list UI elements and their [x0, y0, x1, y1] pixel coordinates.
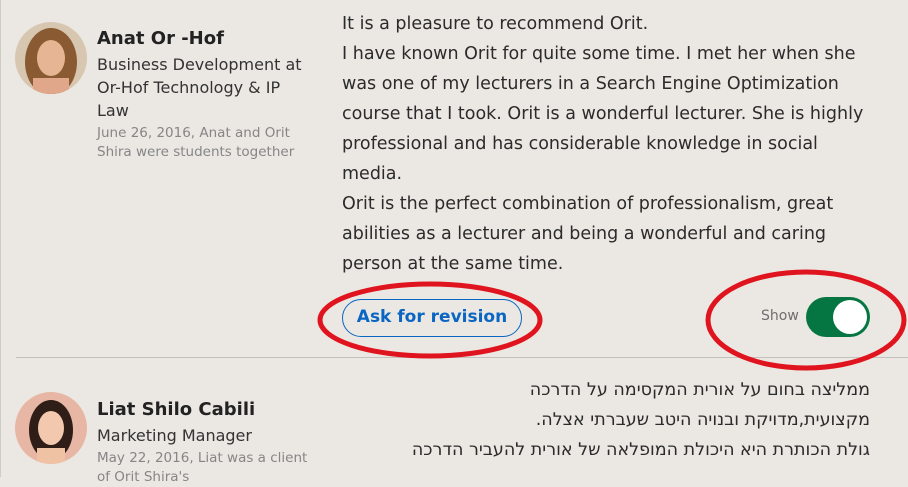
annotation-circle — [705, 269, 907, 371]
annotation-layer — [317, 269, 907, 371]
annotation-circle — [317, 281, 543, 359]
